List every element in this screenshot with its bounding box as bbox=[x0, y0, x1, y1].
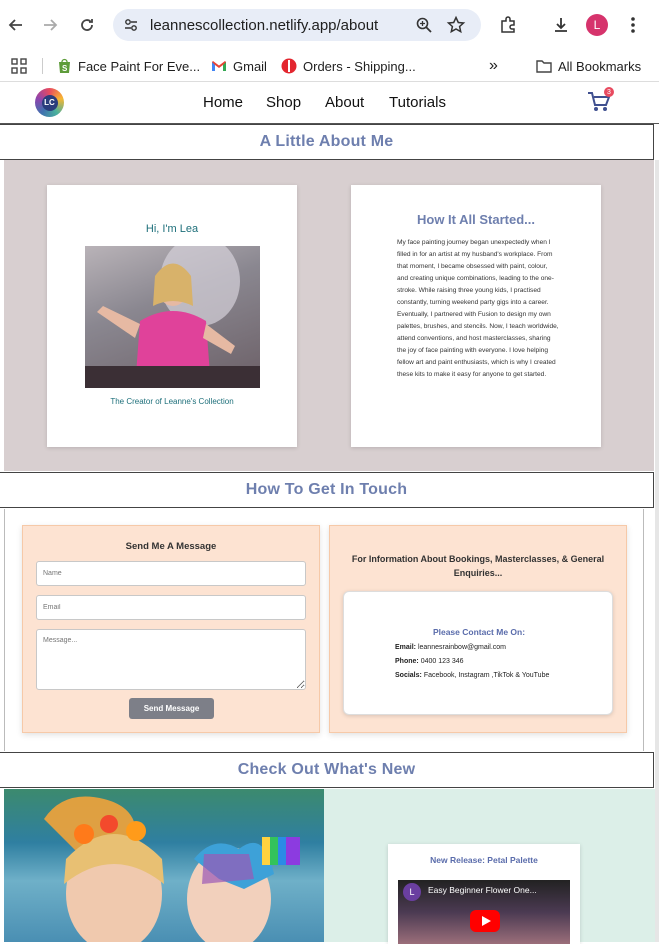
new-release-panel: New Release: Petal Palette L Easy Beginn… bbox=[324, 789, 659, 944]
bookmarks-overflow[interactable]: » bbox=[489, 54, 498, 78]
bookmark-label: Orders - Shipping... bbox=[303, 58, 416, 74]
socials-line: Socials: Facebook, Instagram ,TikTok & Y… bbox=[395, 672, 549, 679]
youtube-video[interactable]: L Easy Beginner Flower One... bbox=[398, 880, 570, 944]
story-title: How It All Started... bbox=[417, 212, 535, 227]
site-settings-icon[interactable] bbox=[123, 17, 139, 38]
forward-button[interactable] bbox=[37, 12, 63, 38]
email-label: Email: bbox=[395, 644, 417, 651]
nav-about[interactable]: About bbox=[325, 94, 364, 111]
bookmark-face-paint[interactable]: S Face Paint For Eve... bbox=[57, 54, 200, 78]
folder-icon bbox=[536, 60, 552, 73]
name-field[interactable] bbox=[36, 561, 306, 586]
reload-icon bbox=[81, 19, 93, 31]
about-heading: A Little About Me bbox=[0, 124, 654, 160]
shopify-bag-icon: S bbox=[59, 58, 70, 73]
nav-home[interactable]: Home bbox=[203, 94, 243, 111]
reload-button[interactable] bbox=[74, 12, 100, 38]
lea-photo bbox=[85, 246, 260, 388]
email-value[interactable]: leannesrainbow@gmail.com bbox=[418, 644, 506, 651]
about-section: Hi, I'm Lea The Creator of Leanne's Coll… bbox=[4, 160, 654, 471]
promo-photo bbox=[4, 789, 324, 942]
gmail-icon bbox=[212, 61, 226, 71]
back-button[interactable] bbox=[3, 12, 29, 38]
nav-tutorials[interactable]: Tutorials bbox=[389, 94, 446, 111]
cart-count-badge: 3 bbox=[604, 87, 614, 97]
download-icon[interactable] bbox=[548, 12, 574, 38]
bookmarks-divider bbox=[42, 58, 43, 74]
address-bar[interactable]: leannescollection.netlify.app/about bbox=[113, 9, 481, 41]
profile-avatar[interactable]: L bbox=[586, 14, 608, 36]
phone-line: Phone: 0400 123 346 bbox=[395, 658, 464, 665]
email-field[interactable] bbox=[36, 595, 306, 620]
email-line: Email: leannesrainbow@gmail.com bbox=[395, 644, 506, 651]
page-scroll-edge bbox=[655, 160, 659, 942]
channel-avatar: L bbox=[403, 883, 421, 901]
site-navbar: LC Home Shop About Tutorials bbox=[0, 82, 659, 124]
bookmark-label: Face Paint For Eve... bbox=[78, 58, 201, 74]
extensions-icon[interactable] bbox=[495, 12, 521, 38]
contact-heading: How To Get In Touch bbox=[0, 472, 654, 508]
logo-text: LC bbox=[41, 94, 58, 111]
socials-value: Facebook, Instagram ,TikTok & YouTube bbox=[423, 672, 550, 679]
all-bookmarks[interactable]: All Bookmarks bbox=[536, 54, 641, 78]
bookmarks-bar: S Face Paint For Eve... Gmail Orders - S… bbox=[0, 50, 659, 82]
bookmark-gmail[interactable]: Gmail bbox=[211, 54, 267, 78]
intro-card: Hi, I'm Lea The Creator of Leanne's Coll… bbox=[47, 185, 297, 447]
info-title: For Information About Bookings, Mastercl… bbox=[351, 554, 605, 578]
browser-toolbar: leannescollection.netlify.app/about L bbox=[0, 0, 659, 50]
nav-shop[interactable]: Shop bbox=[266, 94, 301, 111]
contact-section: Send Me A Message Send Message For Infor… bbox=[4, 509, 644, 751]
greeting: Hi, I'm Lea bbox=[145, 223, 199, 235]
send-message-button[interactable]: Send Message bbox=[129, 698, 214, 719]
socials-label: Socials: bbox=[395, 672, 422, 679]
back-arrow-icon bbox=[8, 19, 22, 31]
bookmark-orders[interactable]: Orders - Shipping... bbox=[281, 54, 416, 78]
news-heading: Check Out What's New bbox=[0, 752, 654, 788]
contact-on-label: Please Contact Me On: bbox=[432, 627, 526, 637]
story-card: How It All Started... My face painting j… bbox=[351, 185, 601, 447]
phone-label: Phone: bbox=[395, 658, 419, 665]
menu-kebab-icon[interactable] bbox=[620, 12, 646, 38]
all-bookmarks-label: All Bookmarks bbox=[558, 58, 642, 74]
svg-text:S: S bbox=[62, 64, 68, 73]
release-title: New Release: Petal Palette bbox=[430, 855, 538, 865]
release-card: New Release: Petal Palette L Easy Beginn… bbox=[388, 844, 580, 944]
video-title[interactable]: Easy Beginner Flower One... bbox=[428, 885, 537, 895]
apps-grid-icon[interactable] bbox=[11, 54, 27, 78]
url-text[interactable]: leannescollection.netlify.app/about bbox=[150, 17, 378, 34]
bookmark-label: Gmail bbox=[233, 58, 267, 74]
orders-logo-icon bbox=[281, 58, 297, 74]
message-field[interactable] bbox=[36, 629, 306, 690]
phone-value[interactable]: 0400 123 346 bbox=[421, 658, 464, 665]
info-panel: For Information About Bookings, Mastercl… bbox=[329, 525, 627, 733]
form-title: Send Me A Message bbox=[125, 541, 217, 552]
story-text: My face painting journey began unexpecte… bbox=[397, 239, 559, 378]
contact-details-card: Please Contact Me On: Email: leannesrain… bbox=[343, 591, 613, 715]
site-logo[interactable]: LC bbox=[35, 88, 64, 117]
zoom-icon[interactable] bbox=[415, 16, 433, 39]
play-button-icon[interactable] bbox=[470, 910, 500, 932]
bookmark-star-icon[interactable] bbox=[446, 15, 466, 40]
creator-caption: The Creator of Leanne's Collection bbox=[110, 397, 234, 406]
message-form: Send Me A Message Send Message bbox=[22, 525, 320, 733]
forward-arrow-icon bbox=[44, 19, 58, 31]
